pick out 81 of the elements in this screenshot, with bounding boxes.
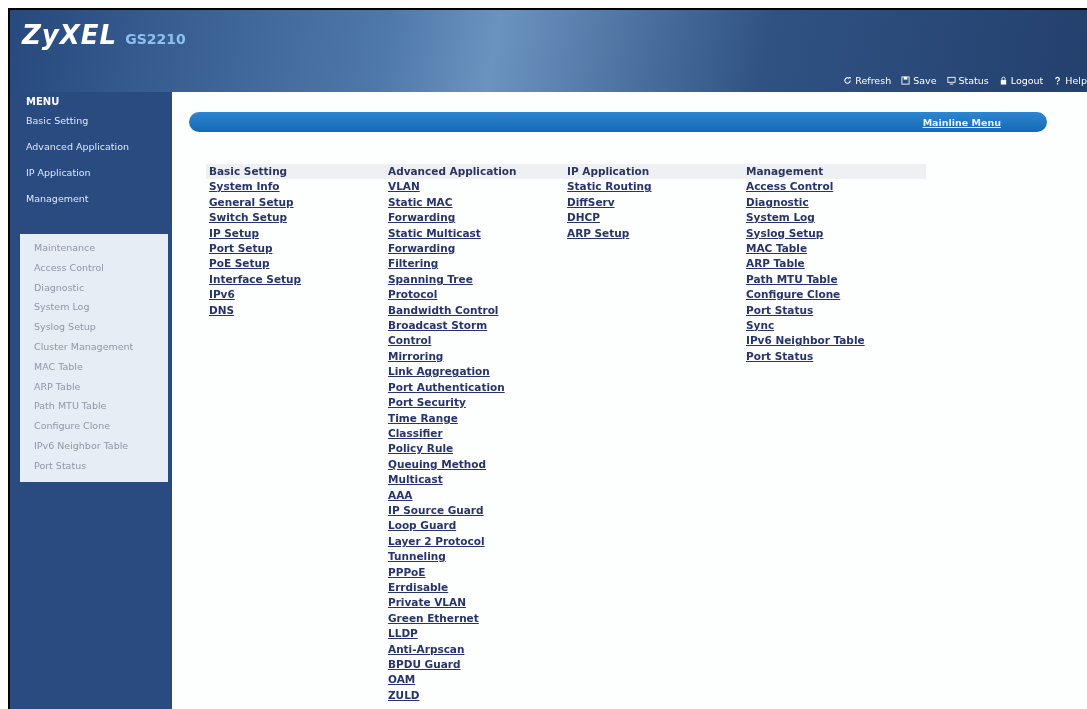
site-map-link[interactable]: LLDP — [388, 626, 567, 642]
site-map-link[interactable]: DNS — [209, 302, 388, 319]
help-icon — [1053, 76, 1063, 85]
site-map-link[interactable]: ARP Table — [746, 256, 925, 272]
logo-text: ZyXEL — [22, 20, 118, 50]
site-map-link[interactable]: Diagnostic — [746, 194, 925, 211]
site-map-link[interactable]: IP Setup — [209, 225, 388, 242]
site-map-link[interactable]: ARP Setup — [567, 225, 746, 242]
site-map-link[interactable]: Time Range — [388, 410, 567, 426]
header-link[interactable]: Refresh — [843, 75, 892, 86]
site-map-link[interactable]: Bandwidth Control — [388, 302, 567, 319]
site-map-link[interactable]: DiffServ — [567, 194, 746, 211]
header-link[interactable]: Logout — [998, 75, 1044, 86]
padlock-icon — [998, 76, 1008, 85]
monitor-icon — [946, 76, 956, 85]
site-map-link[interactable]: OAM — [388, 672, 567, 688]
model-name: GS2210 — [125, 31, 186, 47]
site-map-link[interactable]: Policy Rule — [388, 441, 567, 457]
site-map-link[interactable]: IP Source Guard — [388, 502, 567, 519]
site-map-link[interactable]: Anti-Arpscan — [388, 641, 567, 657]
site-map-link[interactable]: Switch Setup — [209, 210, 388, 226]
site-map-link[interactable]: DHCP — [567, 210, 746, 226]
site-map-link[interactable]: Broadcast Storm — [388, 318, 567, 334]
site-map-link[interactable]: Spanning Tree — [388, 271, 567, 288]
site-map-link[interactable]: Forwarding — [388, 210, 567, 226]
site-map-link[interactable]: Loop Guard — [388, 518, 567, 534]
site-map-link[interactable]: Tunneling — [388, 549, 567, 565]
site-map-link[interactable]: Forwarding — [388, 241, 567, 257]
site-map-link[interactable]: ZULD — [388, 687, 567, 704]
refresh-icon — [843, 76, 853, 85]
menu-title: MENU — [25, 96, 61, 108]
site-map-link[interactable]: Syslog Setup — [746, 225, 925, 242]
site-map-link[interactable]: Sync — [746, 318, 925, 334]
site-map-link[interactable]: System Info — [209, 179, 388, 195]
site-map-link[interactable]: Path MTU Table — [746, 271, 925, 288]
site-map-link[interactable]: Configure Clone — [746, 287, 925, 303]
column-heading: IP Application — [567, 164, 651, 179]
site-map-link[interactable]: Access Control — [746, 179, 925, 195]
header-link[interactable]: Help — [1053, 75, 1087, 86]
site-map-link[interactable]: IPv6 — [209, 287, 388, 303]
site-map-link[interactable]: Port Setup — [209, 241, 388, 257]
site-map-link[interactable]: IPv6 Neighbor Table — [746, 333, 925, 349]
site-map-link[interactable]: Layer 2 Protocol — [388, 533, 567, 550]
menu-item[interactable]: Advanced Application — [10, 134, 172, 160]
site-map-link[interactable]: Port Security — [388, 395, 567, 411]
site-map-link[interactable]: General Setup — [209, 194, 388, 211]
site-map-link[interactable]: Port Status — [746, 302, 925, 319]
site-map-link[interactable]: Protocol — [388, 287, 567, 303]
site-map-link[interactable]: Private VLAN — [388, 595, 567, 611]
header-link[interactable]: Save — [901, 75, 937, 86]
site-map-link[interactable]: Port Status — [746, 348, 925, 365]
site-map-link[interactable]: Static Multicast — [388, 225, 567, 242]
mainline-menu-link[interactable]: Mainline Menu — [922, 116, 1001, 128]
menu-item[interactable]: IP Application — [10, 160, 172, 186]
site-map-link[interactable]: Link Aggregation — [388, 364, 567, 380]
site-map-link[interactable]: Green Ethernet — [388, 610, 567, 627]
menu-item[interactable]: Management — [10, 186, 172, 212]
site-map-link[interactable]: Classifier — [388, 425, 567, 442]
site-map-link[interactable]: Errdisable — [388, 579, 567, 596]
site-map-link[interactable]: AAA — [388, 487, 567, 503]
column-heading: Basic Setting — [209, 164, 289, 179]
site-map-link[interactable]: Filtering — [388, 256, 567, 272]
site-map-link[interactable]: PoE Setup — [209, 256, 388, 272]
header-link[interactable]: Status — [946, 75, 989, 86]
site-map-link[interactable]: Interface Setup — [209, 271, 388, 288]
site-map-link[interactable]: Queuing Method — [388, 456, 567, 473]
save-icon — [901, 76, 911, 85]
site-map-link[interactable]: VLAN — [388, 179, 567, 195]
site-map-link[interactable]: BPDU Guard — [388, 657, 567, 673]
site-map-link[interactable]: Control — [388, 333, 567, 349]
column-heading: Advanced Application — [388, 164, 518, 179]
site-map-link[interactable]: Port Authentication — [388, 379, 567, 396]
column-heading: Management — [746, 164, 825, 179]
site-map-link[interactable]: Static MAC — [388, 194, 567, 211]
site-map-link[interactable]: MAC Table — [746, 241, 925, 257]
site-map-link[interactable]: Multicast — [388, 472, 567, 488]
site-map-link[interactable]: PPPoE — [388, 564, 567, 580]
site-map-link[interactable]: Static Routing — [567, 179, 746, 195]
site-map-link[interactable]: System Log — [746, 210, 925, 226]
site-map-link[interactable]: Mirroring — [388, 348, 567, 365]
menu-item[interactable]: Basic Setting — [10, 108, 172, 134]
